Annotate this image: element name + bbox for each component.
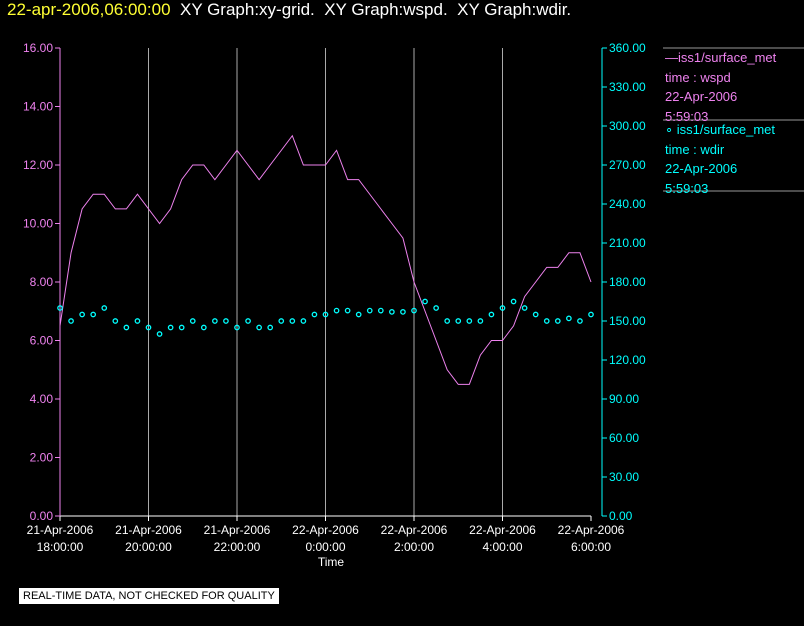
legend-wspd: —iss1/surface_met time : wspd 22-Apr-200…	[665, 48, 776, 126]
series-wdir-point	[466, 318, 473, 324]
series-wdir-point	[433, 305, 439, 311]
series-wdir-point	[123, 324, 130, 331]
y-left-tick-label: 0.00	[30, 509, 54, 523]
legend-label: iss1/surface_met	[678, 50, 777, 65]
x-tick-label-time: 22:00:00	[214, 540, 261, 554]
y-right-tick-label: 360.00	[609, 41, 646, 55]
y-right-tick-label: 150.00	[609, 314, 646, 328]
y-left-tick-label: 4.00	[30, 392, 54, 406]
x-tick-label-time: 6:00:00	[571, 540, 611, 554]
y-right-tick-label: 90.00	[609, 392, 639, 406]
y-right-tick-label: 180.00	[609, 275, 646, 289]
series-wdir-point	[333, 307, 340, 314]
y-left-tick-label: 14.00	[23, 100, 53, 114]
y-left-tick-label: 6.00	[30, 334, 54, 348]
y-left-tick-label: 2.00	[30, 451, 54, 465]
legend-date: 22-Apr-2006	[665, 161, 738, 176]
x-tick-label-date: 22-Apr-2006	[381, 523, 448, 537]
series-wdir-point	[389, 309, 395, 315]
y-right-tick-label: 240.00	[609, 197, 646, 211]
series-wdir-point	[300, 318, 307, 324]
series-wdir-point	[521, 305, 528, 311]
legend-label: iss1/surface_met	[676, 122, 776, 137]
series-wdir-point	[566, 315, 572, 322]
y-left-tick-label: 10.00	[23, 217, 53, 231]
series-wdir-point	[532, 311, 539, 318]
legend-sub: time : wspd	[665, 69, 731, 85]
series-wdir-point	[377, 307, 384, 314]
series-wdir-point	[68, 318, 74, 324]
y-right-tick-label: 60.00	[609, 431, 639, 445]
series-wdir-point	[543, 318, 550, 324]
x-tick-label-time: 0:00:00	[305, 540, 345, 554]
x-tick-label-date: 21-Apr-2006	[27, 523, 94, 537]
series-wdir-point	[311, 311, 318, 318]
series-wdir-point	[267, 324, 274, 331]
x-tick-label-date: 21-Apr-2006	[115, 523, 182, 537]
series-wdir-point	[156, 331, 163, 337]
y-left-tick-label: 8.00	[30, 275, 54, 289]
x-tick-label-date: 22-Apr-2006	[469, 523, 536, 537]
series-wdir-point	[444, 318, 451, 324]
x-tick-label-time: 4:00:00	[482, 540, 522, 554]
series-wdir-point	[278, 318, 285, 324]
series-wdir-point	[256, 324, 262, 331]
series-wdir-point	[588, 311, 594, 318]
x-tick-label-date: 21-Apr-2006	[204, 523, 271, 537]
x-tick-label-date: 22-Apr-2006	[292, 523, 359, 537]
series-wdir-point	[422, 298, 428, 305]
legend-date: 22-Apr-2006	[665, 89, 738, 104]
series-wdir-point	[344, 307, 351, 314]
series-wdir-point	[90, 311, 97, 318]
series-wdir-point	[477, 318, 484, 324]
y-right-tick-label: 300.00	[609, 119, 646, 133]
series-wdir-point	[455, 318, 462, 324]
series-wdir-point	[366, 307, 373, 314]
y-left-tick-label: 12.00	[23, 158, 53, 172]
series-wdir-point	[189, 318, 196, 324]
y-right-tick-label: 330.00	[609, 80, 646, 94]
series-wdir-point	[554, 318, 561, 324]
series-wdir-point	[101, 305, 108, 311]
series-wdir-point	[577, 318, 583, 324]
series-wdir-point	[79, 311, 85, 318]
y-left-tick-label: 16.00	[23, 41, 53, 55]
y-right-tick-label: 210.00	[609, 236, 646, 250]
series-wdir-point	[488, 311, 495, 318]
x-tick-label-time: 2:00:00	[394, 540, 434, 554]
series-wdir-point	[112, 318, 119, 324]
quality-note: REAL-TIME DATA, NOT CHECKED FOR QUALITY	[19, 588, 279, 604]
y-right-tick-label: 270.00	[609, 158, 646, 172]
series-wdir-point	[134, 318, 141, 324]
series-wdir-point	[178, 324, 185, 331]
series-wdir-point	[510, 298, 517, 305]
series-wdir-point	[212, 318, 218, 324]
y-right-tick-label: 0.00	[609, 509, 633, 523]
series-wdir-point	[223, 318, 229, 324]
series-wdir-point	[355, 311, 362, 318]
line-marker-icon: —	[665, 50, 678, 65]
y-right-tick-label: 30.00	[609, 470, 639, 484]
x-tick-label-date: 22-Apr-2006	[558, 523, 625, 537]
x-axis-label: Time	[318, 555, 345, 569]
legend-wdir: ∘ iss1/surface_met time : wdir 22-Apr-20…	[665, 120, 775, 198]
series-wdir-point	[289, 318, 296, 324]
series-wdir-point	[167, 324, 174, 331]
y-right-tick-label: 120.00	[609, 353, 646, 367]
series-wdir-point	[400, 309, 406, 315]
series-wdir-point	[245, 318, 251, 324]
legend-sub: time : wdir	[665, 141, 725, 157]
x-tick-label-time: 18:00:00	[37, 540, 84, 554]
series-wdir-point	[200, 324, 207, 331]
x-tick-label-time: 20:00:00	[125, 540, 172, 554]
legend-time: 5:59:03	[665, 180, 709, 196]
circle-marker-icon: ∘	[665, 122, 677, 137]
